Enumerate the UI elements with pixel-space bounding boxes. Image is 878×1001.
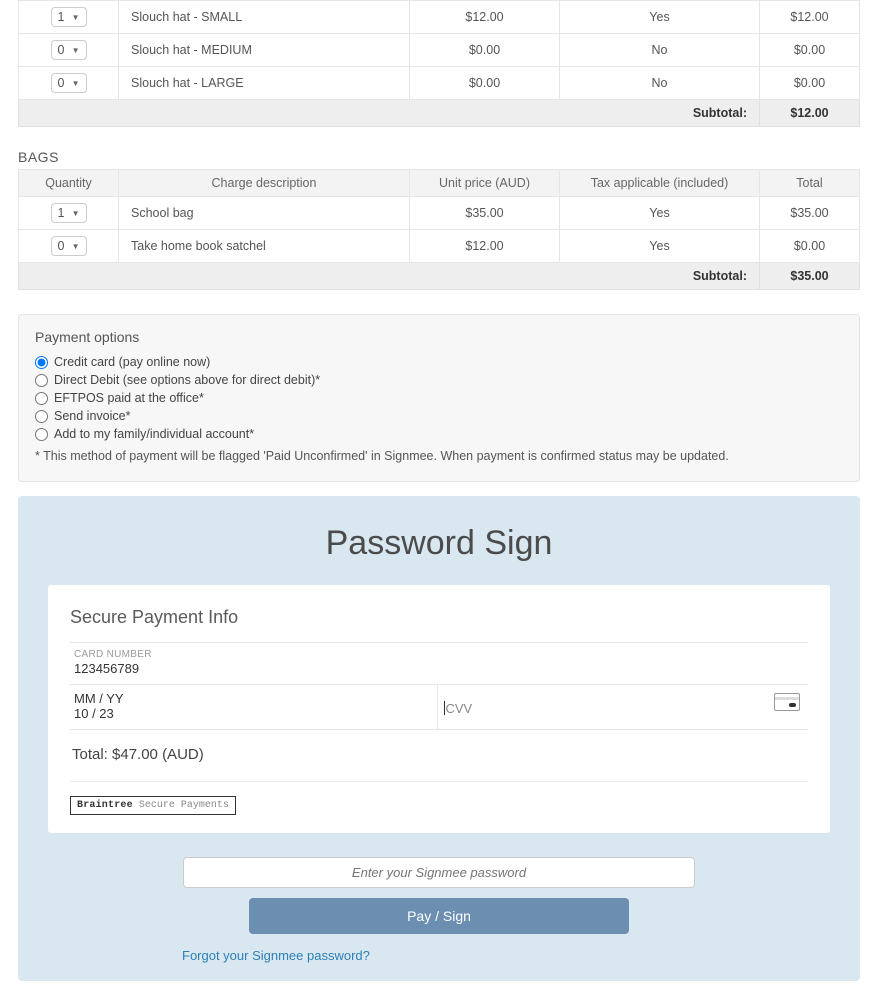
hats-qty-select-1[interactable]: 0▼ — [51, 40, 87, 60]
charge-description: Take home book satchel — [119, 230, 410, 263]
charge-description: Slouch hat - LARGE — [119, 67, 410, 100]
payment-option-label: Direct Debit (see options above for dire… — [54, 373, 320, 387]
payment-option-0[interactable]: Credit card (pay online now) — [35, 355, 843, 369]
bags-qty-select-0[interactable]: 1▼ — [51, 203, 87, 223]
secure-payment-card: Secure Payment Info Card Number 12345678… — [48, 585, 830, 833]
payment-note: * This method of payment will be flagged… — [35, 449, 843, 463]
subtotal-value: $12.00 — [760, 100, 860, 127]
subtotal-label: Subtotal: — [19, 100, 760, 127]
card-back-icon — [774, 693, 800, 711]
braintree-brand: Braintree — [77, 800, 133, 811]
payment-total: Total: $47.00 (AUD) — [70, 730, 808, 782]
qty-value: 0 — [58, 43, 65, 57]
password-sign-panel: Password Sign Secure Payment Info Card N… — [18, 496, 860, 981]
expiry-label: MM / YY — [74, 691, 433, 706]
bags-section-title: BAGS — [18, 149, 860, 165]
line-total: $0.00 — [760, 230, 860, 263]
chevron-down-icon: ▼ — [72, 13, 80, 22]
hats-qty-select-2[interactable]: 0▼ — [51, 73, 87, 93]
charge-description: Slouch hat - SMALL — [119, 1, 410, 34]
payment-option-2[interactable]: EFTPOS paid at the office* — [35, 391, 843, 405]
payment-option-label: Add to my family/individual account* — [54, 427, 254, 441]
tax-applicable: Yes — [560, 1, 760, 34]
col-total: Total — [760, 170, 860, 197]
payment-radio[interactable] — [35, 374, 48, 387]
chevron-down-icon: ▼ — [72, 242, 80, 251]
bags-header-row: Quantity Charge description Unit price (… — [19, 170, 860, 197]
qty-value: 0 — [58, 76, 65, 90]
table-row: 1▼Slouch hat - SMALL$12.00Yes$12.00 — [19, 1, 860, 34]
line-total: $0.00 — [760, 67, 860, 100]
col-qty: Quantity — [19, 170, 119, 197]
unit-price: $0.00 — [410, 34, 560, 67]
cvv-placeholder: CVV — [446, 691, 805, 716]
hats-qty-select-0[interactable]: 1▼ — [51, 7, 87, 27]
line-total: $35.00 — [760, 197, 860, 230]
payment-options-title: Payment options — [35, 329, 843, 345]
chevron-down-icon: ▼ — [72, 79, 80, 88]
chevron-down-icon: ▼ — [72, 46, 80, 55]
expiry-field[interactable]: MM / YY 10 / 23 — [70, 685, 438, 729]
payment-option-label: Credit card (pay online now) — [54, 355, 210, 369]
payment-option-1[interactable]: Direct Debit (see options above for dire… — [35, 373, 843, 387]
bags-table: Quantity Charge description Unit price (… — [18, 169, 860, 290]
line-total: $12.00 — [760, 1, 860, 34]
tax-applicable: Yes — [560, 230, 760, 263]
tax-applicable: No — [560, 67, 760, 100]
braintree-tag: Secure Payments — [139, 800, 229, 811]
charge-description: School bag — [119, 197, 410, 230]
table-row: 0▼Slouch hat - MEDIUM$0.00No$0.00 — [19, 34, 860, 67]
col-tax: Tax applicable (included) — [560, 170, 760, 197]
payment-option-label: EFTPOS paid at the office* — [54, 391, 204, 405]
qty-value: 1 — [58, 10, 65, 24]
payment-option-label: Send invoice* — [54, 409, 130, 423]
payment-option-4[interactable]: Add to my family/individual account* — [35, 427, 843, 441]
unit-price: $35.00 — [410, 197, 560, 230]
payment-options-box: Payment options Credit card (pay online … — [18, 314, 860, 482]
subtotal-value: $35.00 — [760, 263, 860, 290]
payment-option-3[interactable]: Send invoice* — [35, 409, 843, 423]
signmee-password-input[interactable] — [183, 857, 695, 888]
tax-applicable: Yes — [560, 197, 760, 230]
forgot-password-link[interactable]: Forgot your Signmee password? — [48, 948, 830, 963]
line-total: $0.00 — [760, 34, 860, 67]
bags-qty-select-1[interactable]: 0▼ — [51, 236, 87, 256]
table-row: 0▼Take home book satchel$12.00Yes$0.00 — [19, 230, 860, 263]
chevron-down-icon: ▼ — [72, 209, 80, 218]
payment-radio[interactable] — [35, 356, 48, 369]
bags-subtotal-row: Subtotal: $35.00 — [19, 263, 860, 290]
col-unit: Unit price (AUD) — [410, 170, 560, 197]
tax-applicable: No — [560, 34, 760, 67]
payment-radio[interactable] — [35, 428, 48, 441]
payment-radio[interactable] — [35, 410, 48, 423]
qty-value: 1 — [58, 206, 65, 220]
braintree-badge: Braintree Secure Payments — [70, 796, 236, 815]
payment-radio[interactable] — [35, 392, 48, 405]
unit-price: $12.00 — [410, 1, 560, 34]
charge-description: Slouch hat - MEDIUM — [119, 34, 410, 67]
unit-price: $12.00 — [410, 230, 560, 263]
table-row: 1▼School bag$35.00Yes$35.00 — [19, 197, 860, 230]
table-row: 0▼Slouch hat - LARGE$0.00No$0.00 — [19, 67, 860, 100]
card-number-value: 123456789 — [74, 660, 804, 676]
cvv-field[interactable]: CVV — [438, 685, 809, 729]
password-sign-heading: Password Sign — [48, 524, 830, 563]
subtotal-label: Subtotal: — [19, 263, 760, 290]
unit-price: $0.00 — [410, 67, 560, 100]
secure-payment-title: Secure Payment Info — [70, 607, 808, 628]
expiry-value: 10 / 23 — [74, 706, 433, 721]
card-number-field[interactable]: Card Number 123456789 — [70, 642, 808, 684]
hats-table: 1▼Slouch hat - SMALL$12.00Yes$12.000▼Slo… — [18, 0, 860, 127]
qty-value: 0 — [58, 239, 65, 253]
card-number-label: Card Number — [74, 649, 804, 660]
hats-subtotal-row: Subtotal: $12.00 — [19, 100, 860, 127]
pay-sign-button[interactable]: Pay / Sign — [249, 898, 629, 934]
col-desc: Charge description — [119, 170, 410, 197]
